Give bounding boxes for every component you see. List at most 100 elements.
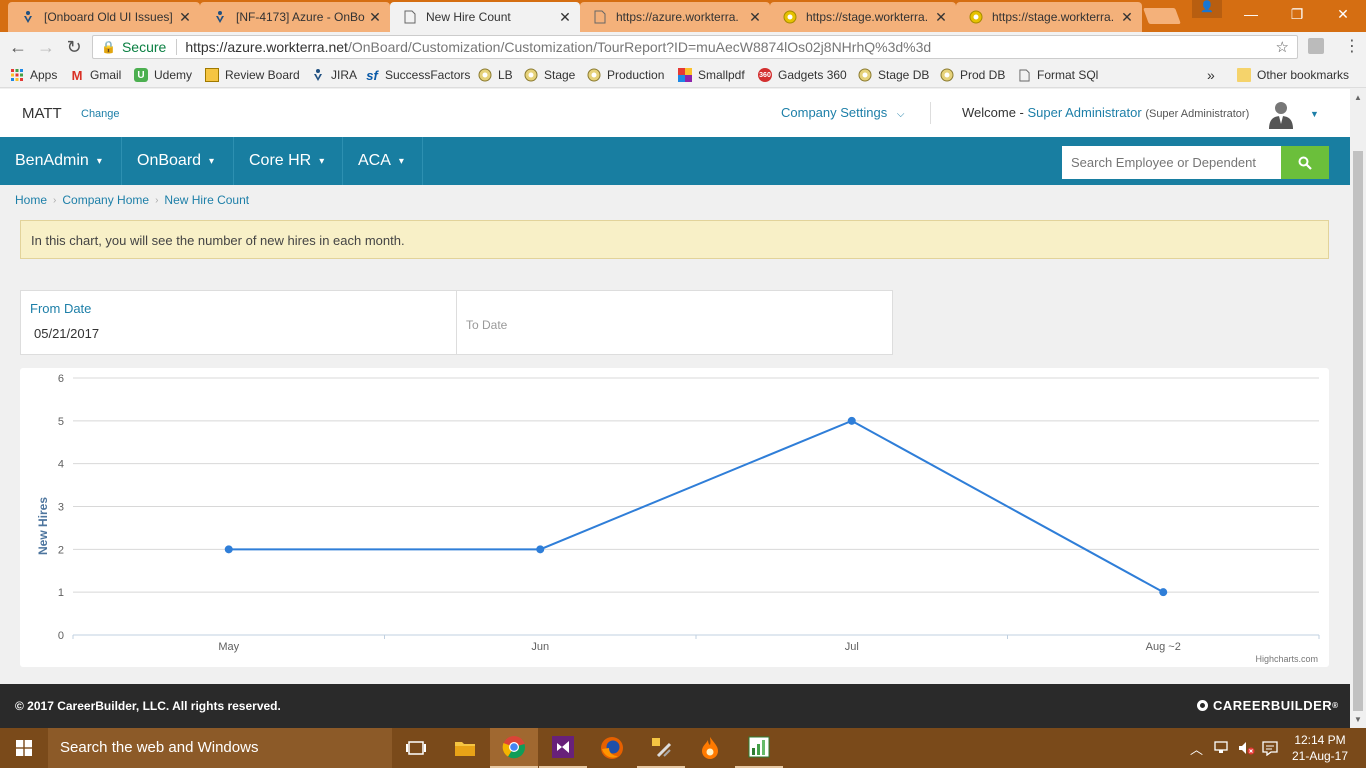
bookmark-review-board[interactable]: Review Board bbox=[205, 67, 300, 83]
browser-tab[interactable]: [Onboard Old UI Issues] ✕ bbox=[8, 2, 200, 32]
from-date-value[interactable]: 05/21/2017 bbox=[34, 326, 99, 341]
company-name: MATT bbox=[22, 105, 62, 122]
bookmark-smallpdf[interactable]: Smallpdf bbox=[678, 67, 745, 83]
close-icon[interactable]: ✕ bbox=[748, 9, 762, 26]
taskbar-search-box[interactable]: Search the web and Windows bbox=[48, 728, 392, 768]
window-close-icon[interactable]: ✕ bbox=[1320, 0, 1366, 28]
breadcrumb-current[interactable]: New Hire Count bbox=[164, 193, 249, 207]
footer-copyright: © 2017 CareerBuilder, LLC. All rights re… bbox=[15, 699, 281, 713]
visual-studio-icon[interactable] bbox=[539, 728, 587, 768]
task-view-icon[interactable] bbox=[392, 728, 440, 768]
breadcrumb-home[interactable]: Home bbox=[15, 193, 47, 207]
highcharts-credit[interactable]: Highcharts.com bbox=[1255, 654, 1318, 664]
bookmark-udemy[interactable]: U Udemy bbox=[134, 67, 192, 83]
close-icon[interactable]: ✕ bbox=[1120, 9, 1134, 26]
data-point[interactable] bbox=[847, 416, 856, 425]
bookmark-jira[interactable]: JIRA bbox=[311, 67, 357, 83]
browser-menu-icon[interactable]: ⋮ bbox=[1344, 36, 1360, 56]
volume-muted-icon[interactable] bbox=[1238, 728, 1256, 768]
nav-label: BenAdmin bbox=[15, 152, 89, 169]
close-icon[interactable]: ✕ bbox=[558, 9, 572, 26]
nav-benadmin[interactable]: BenAdmin ▾ bbox=[0, 137, 122, 185]
start-button[interactable] bbox=[0, 728, 48, 768]
nav-aca[interactable]: ACA ▾ bbox=[343, 137, 423, 185]
bookmark-successfactors[interactable]: sf SuccessFactors bbox=[365, 67, 470, 83]
data-point[interactable] bbox=[1159, 588, 1168, 597]
chrome-icon[interactable] bbox=[490, 728, 538, 768]
file-explorer-icon[interactable] bbox=[441, 728, 489, 768]
close-icon[interactable]: ✕ bbox=[934, 9, 948, 26]
close-icon[interactable]: ✕ bbox=[368, 9, 382, 26]
page-scrollbar[interactable]: ▲ ▼ bbox=[1350, 89, 1366, 728]
breadcrumb-company-home[interactable]: Company Home bbox=[62, 193, 149, 207]
bookmark-stage[interactable]: Stage bbox=[524, 67, 575, 83]
bookmark-stage-db[interactable]: Stage DB bbox=[858, 67, 929, 83]
scroll-up-icon[interactable]: ▲ bbox=[1354, 93, 1362, 102]
y-axis-label: New Hires bbox=[36, 497, 50, 555]
globe-icon bbox=[940, 68, 954, 82]
x-tick-label: Jul bbox=[845, 641, 859, 653]
bookmark-label: Gmail bbox=[90, 68, 122, 82]
chart-app-icon[interactable] bbox=[735, 728, 783, 768]
browser-tab[interactable]: [NF-4173] Azure - OnBo ✕ bbox=[200, 2, 390, 32]
other-bookmarks[interactable]: Other bookmarks bbox=[1237, 67, 1349, 83]
page-icon bbox=[402, 9, 418, 25]
tab-title: https://azure.workterra. bbox=[616, 10, 739, 24]
new-tab-button[interactable] bbox=[1143, 8, 1181, 24]
change-company-link[interactable]: Change bbox=[81, 108, 120, 120]
bookmark-format-sql[interactable]: Format SQl bbox=[1017, 67, 1098, 83]
flame-app-icon[interactable] bbox=[686, 728, 734, 768]
browser-toolbar: ← → ↻ 🔒 Secure https://azure.workterra.n… bbox=[0, 32, 1366, 62]
data-point[interactable] bbox=[224, 545, 233, 554]
restore-icon[interactable]: ❐ bbox=[1274, 0, 1320, 28]
tab-title: New Hire Count bbox=[426, 10, 511, 24]
globe-icon bbox=[858, 68, 872, 82]
address-bar[interactable]: 🔒 Secure https://azure.workterra.net/OnB… bbox=[92, 35, 1298, 59]
user-name[interactable]: Super Administrator bbox=[1028, 105, 1142, 120]
scrollbar-thumb[interactable] bbox=[1353, 151, 1363, 711]
jira-icon bbox=[311, 68, 325, 82]
profile-icon[interactable]: 👤 bbox=[1192, 0, 1222, 18]
avatar[interactable] bbox=[1266, 99, 1296, 129]
close-icon[interactable]: ✕ bbox=[178, 9, 192, 26]
browser-tab[interactable]: https://azure.workterra. ✕ bbox=[580, 2, 770, 32]
search-icon bbox=[1298, 156, 1312, 170]
bookmark-star-icon[interactable]: ☆ bbox=[1276, 38, 1289, 56]
company-settings-menu[interactable]: Company Settings ⌵ bbox=[781, 105, 904, 120]
show-hidden-icons-chevron-icon[interactable]: ︿ bbox=[1190, 728, 1203, 768]
back-icon[interactable]: ← bbox=[8, 37, 28, 57]
user-menu-caret-icon[interactable]: ▼ bbox=[1310, 109, 1319, 119]
browser-tab[interactable]: https://stage.workterra. ✕ bbox=[770, 2, 956, 32]
system-clock[interactable]: 12:14 PM 21-Aug-17 bbox=[1288, 732, 1352, 764]
more-bookmarks-chevron-icon[interactable]: » bbox=[1207, 67, 1215, 83]
to-date-field[interactable]: To Date bbox=[457, 291, 892, 354]
tools-icon[interactable] bbox=[637, 728, 685, 768]
search-button[interactable] bbox=[1281, 146, 1329, 179]
browser-tab-active[interactable]: New Hire Count ✕ bbox=[390, 2, 580, 32]
nav-onboard[interactable]: OnBoard ▾ bbox=[122, 137, 234, 185]
employee-search-input[interactable] bbox=[1062, 146, 1281, 179]
extension-icon[interactable] bbox=[1308, 38, 1324, 54]
network-icon[interactable] bbox=[1214, 728, 1232, 768]
reload-icon[interactable]: ↻ bbox=[64, 37, 84, 57]
minimize-icon[interactable]: — bbox=[1228, 0, 1274, 28]
bookmark-gmail[interactable]: M Gmail bbox=[70, 67, 122, 83]
bookmark-prod-db[interactable]: Prod DB bbox=[940, 67, 1005, 83]
bookmark-apps[interactable]: Apps bbox=[10, 67, 57, 83]
address-divider bbox=[176, 39, 178, 55]
nav-core-hr[interactable]: Core HR ▾ bbox=[234, 137, 343, 185]
data-point[interactable] bbox=[536, 545, 545, 554]
bookmark-production[interactable]: Production bbox=[587, 67, 664, 83]
notifications-icon[interactable] bbox=[1262, 728, 1278, 768]
y-tick-label: 5 bbox=[58, 416, 64, 428]
bookmark-label: Smallpdf bbox=[698, 68, 745, 82]
globe-icon bbox=[587, 68, 601, 82]
firefox-icon[interactable] bbox=[588, 728, 636, 768]
browser-tab[interactable]: https://stage.workterra. ✕ bbox=[956, 2, 1142, 32]
scroll-down-icon[interactable]: ▼ bbox=[1354, 715, 1362, 724]
from-date-field[interactable]: From Date 05/21/2017 bbox=[21, 291, 457, 354]
bookmark-lb[interactable]: LB bbox=[478, 67, 513, 83]
bookmark-gadgets-360[interactable]: 360 Gadgets 360 bbox=[758, 67, 847, 83]
forward-icon[interactable]: → bbox=[36, 37, 56, 57]
tab-title: [NF-4173] Azure - OnBo bbox=[236, 10, 365, 24]
